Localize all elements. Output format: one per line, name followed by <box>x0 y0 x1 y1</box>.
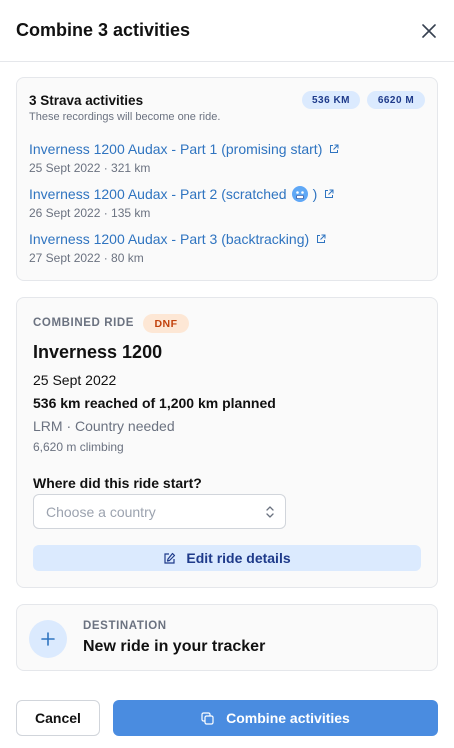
activity-item: Inverness 1200 Audax - Part 3 (backtrack… <box>29 231 429 265</box>
ride-distance-summary: 536 km reached of 1,200 km planned <box>33 395 276 411</box>
combined-ride-label: COMBINED RIDE <box>33 317 135 329</box>
activity-meta: 25 Sept 2022 · 321 km <box>29 161 151 175</box>
destination-label: DESTINATION <box>83 620 167 632</box>
activity-item: Inverness 1200 Audax - Part 1 (promising… <box>29 141 429 175</box>
cancel-button[interactable]: Cancel <box>16 700 100 736</box>
close-button[interactable] <box>418 20 440 42</box>
ride-name: Inverness 1200 <box>33 342 163 362</box>
source-activities-card: 3 Strava activities These recordings wil… <box>16 77 438 281</box>
external-link-icon <box>325 189 334 198</box>
combine-activities-label: Combine activities <box>226 710 350 726</box>
status-badge: DNF <box>143 314 189 333</box>
dialog-header: Combine 3 activities <box>0 0 454 62</box>
activity-name: Inverness 1200 Audax - Part 3 (backtrack… <box>29 231 310 247</box>
country-select[interactable]: Choose a country <box>33 494 286 529</box>
total-elevation-badge: 6620 M <box>367 91 425 109</box>
ride-meta: LRM · Country needed <box>33 418 175 434</box>
close-icon <box>422 24 436 38</box>
activity-link[interactable]: Inverness 1200 Audax - Part 3 (backtrack… <box>29 231 429 247</box>
plus-icon <box>29 620 67 658</box>
destination-card: DESTINATION New ride in your tracker <box>16 604 438 671</box>
edit-ride-details-label: Edit ride details <box>186 550 291 566</box>
activity-name-suffix: ) <box>312 186 318 202</box>
cold-face-emoji-icon <box>291 186 308 202</box>
activity-meta: 27 Sept 2022 · 80 km <box>29 251 144 265</box>
edit-icon <box>164 552 176 564</box>
total-distance-badge: 536 KM <box>302 91 360 109</box>
combined-ride-card: COMBINED RIDE DNF Inverness 1200 25 Sept… <box>16 297 438 588</box>
activity-name: Inverness 1200 Audax - Part 2 (scratched <box>29 186 287 202</box>
cancel-label: Cancel <box>35 710 81 726</box>
activity-link[interactable]: Inverness 1200 Audax - Part 1 (promising… <box>29 141 429 157</box>
external-link-icon <box>330 144 339 153</box>
activity-item: Inverness 1200 Audax - Part 2 (scratched… <box>29 186 429 220</box>
sources-subtitle: These recordings will become one ride. <box>29 111 221 123</box>
edit-ride-details-button[interactable]: Edit ride details <box>33 545 421 571</box>
activity-name: Inverness 1200 Audax - Part 1 (promising… <box>29 141 323 157</box>
combine-activities-button[interactable]: Combine activities <box>113 700 438 736</box>
ride-date: 25 Sept 2022 <box>33 372 117 388</box>
start-country-label: Where did this ride start? <box>33 475 202 491</box>
country-select-placeholder: Choose a country <box>46 503 156 520</box>
dialog-title: Combine 3 activities <box>16 20 191 40</box>
activity-link[interactable]: Inverness 1200 Audax - Part 2 (scratched… <box>29 186 429 202</box>
ride-climbing: 6,620 m climbing <box>33 440 124 454</box>
copy-icon <box>201 711 214 725</box>
external-link-icon <box>317 234 326 243</box>
chevron-up-down-icon <box>266 506 274 518</box>
activity-meta: 26 Sept 2022 · 135 km <box>29 206 151 220</box>
destination-value: New ride in your tracker <box>83 638 266 655</box>
sources-title: 3 Strava activities <box>29 93 144 108</box>
